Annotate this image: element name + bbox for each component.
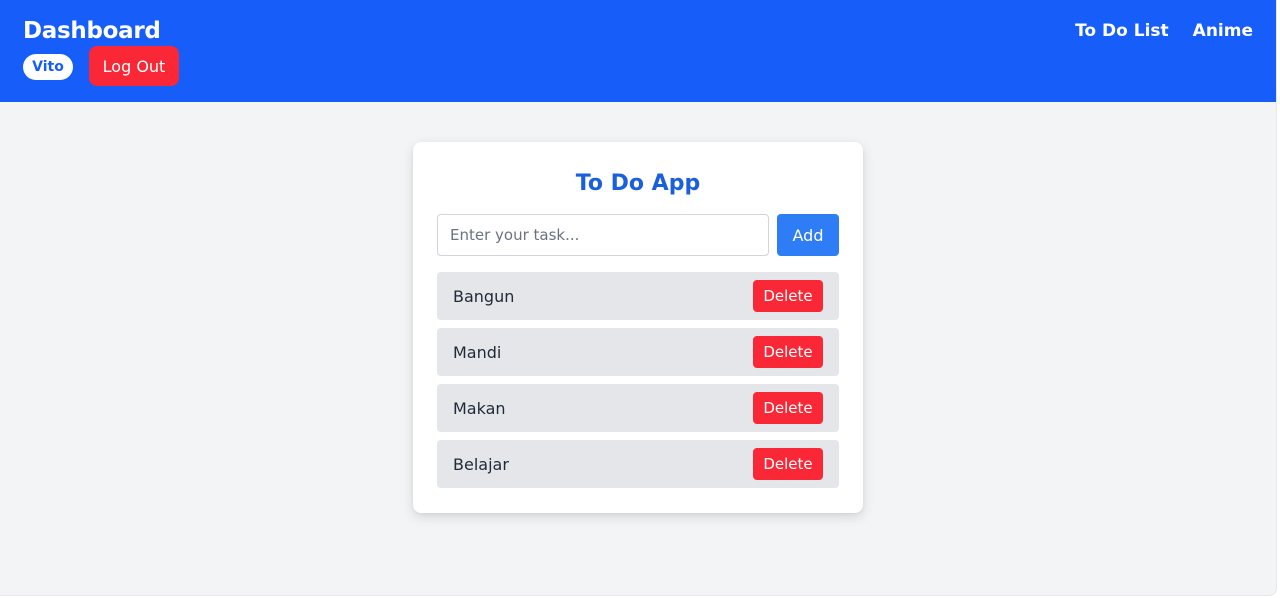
logout-button[interactable]: Log Out (89, 46, 179, 86)
nav-links: To Do List Anime (1075, 19, 1253, 43)
delete-task-button[interactable]: Delete (753, 392, 823, 424)
dashboard-title: Dashboard (23, 18, 161, 44)
task-item: Makan Delete (437, 384, 839, 432)
page: Dashboard Vito Log Out To Do List Anime … (0, 0, 1277, 596)
user-badge: Vito (23, 54, 73, 80)
task-text: Bangun (453, 286, 515, 306)
nav-link-anime[interactable]: Anime (1193, 19, 1253, 43)
task-item: Belajar Delete (437, 440, 839, 488)
delete-task-button[interactable]: Delete (753, 280, 823, 312)
task-input[interactable] (437, 214, 769, 256)
todo-card: To Do App Add Bangun Delete Mandi Delete… (413, 142, 863, 513)
top-navbar: Dashboard Vito Log Out To Do List Anime (0, 0, 1276, 102)
delete-task-button[interactable]: Delete (753, 336, 823, 368)
todo-app-title: To Do App (575, 171, 701, 196)
nav-link-todo-list[interactable]: To Do List (1075, 19, 1169, 43)
task-item: Mandi Delete (437, 328, 839, 376)
task-text: Makan (453, 398, 506, 418)
task-item: Bangun Delete (437, 272, 839, 320)
add-task-button[interactable]: Add (777, 214, 839, 256)
task-text: Mandi (453, 342, 502, 362)
delete-task-button[interactable]: Delete (753, 448, 823, 480)
task-list: Bangun Delete Mandi Delete Makan Delete … (437, 272, 839, 496)
task-text: Belajar (453, 454, 509, 474)
